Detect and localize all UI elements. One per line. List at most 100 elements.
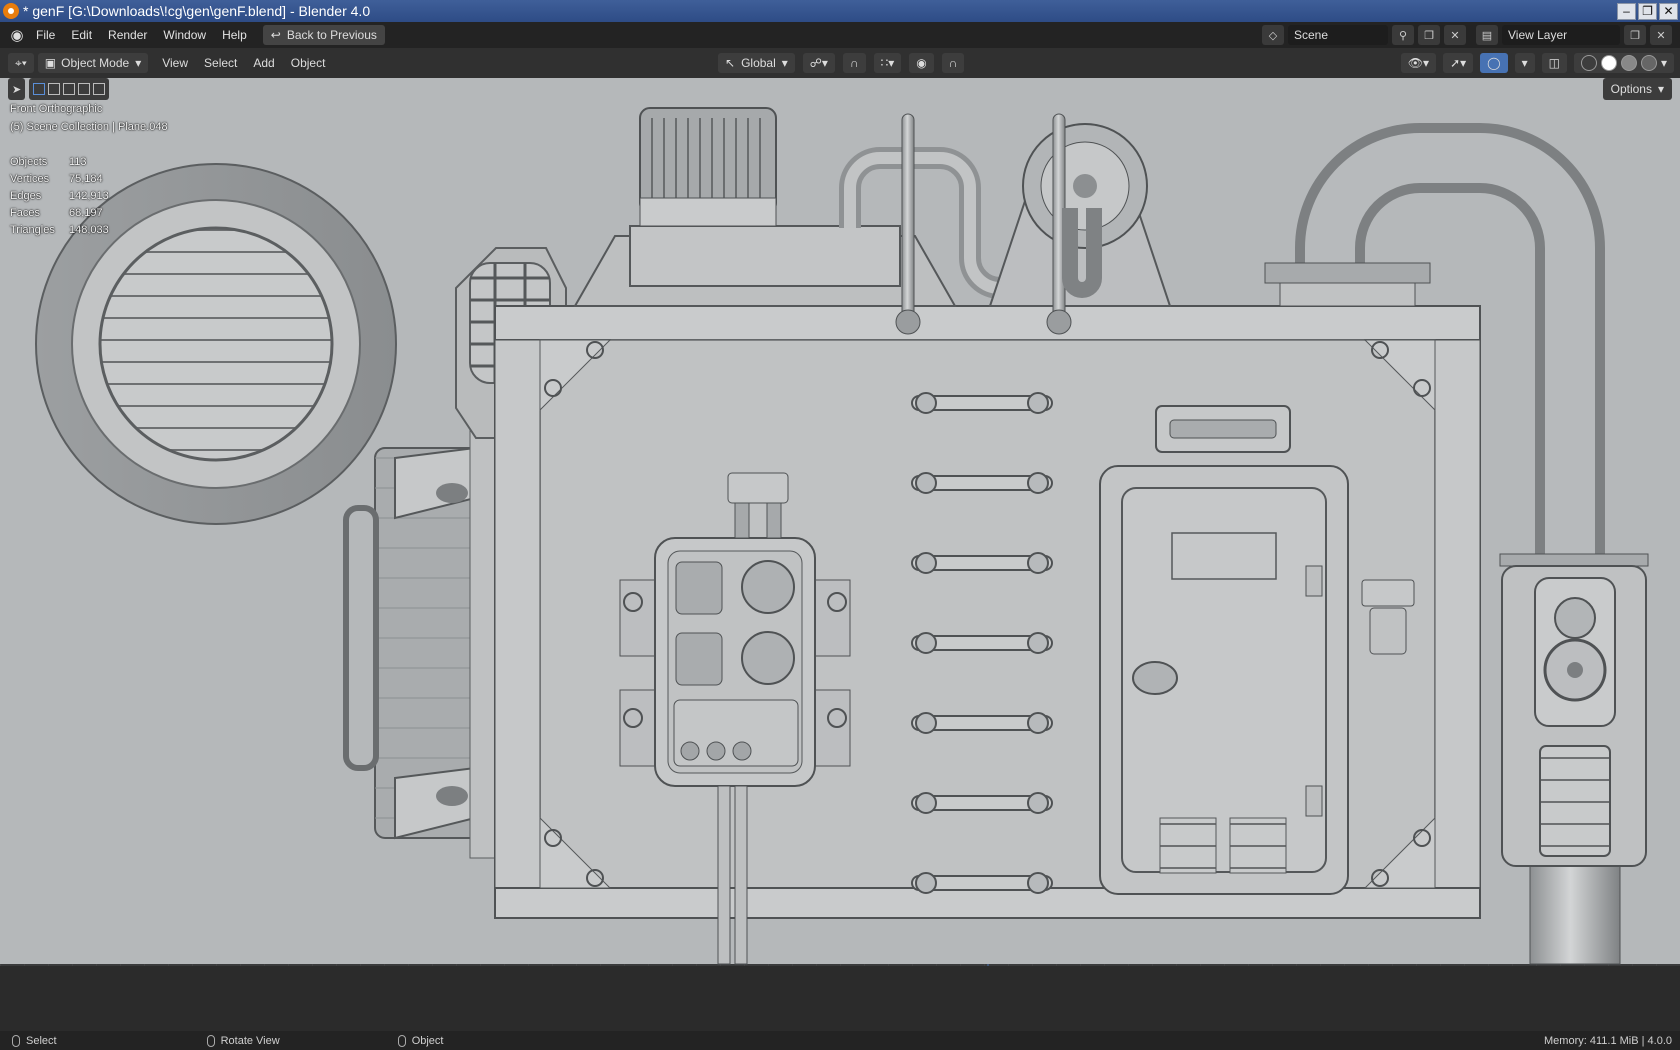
chevron-down-icon: ▾	[135, 56, 142, 70]
chevron-down-icon[interactable]: ▾	[1661, 56, 1667, 70]
wireframe-shading-icon[interactable]	[1580, 55, 1597, 71]
selection-mode-buttons[interactable]	[29, 78, 110, 100]
overlays-toggle[interactable]: ◯	[1480, 53, 1508, 73]
pin-icon[interactable]: ⚲	[1392, 25, 1414, 45]
status-object-label: Object	[411, 1034, 444, 1047]
eye-icon: 👁▾	[1407, 56, 1430, 70]
maximize-button[interactable]: ❐	[1638, 2, 1657, 20]
delete-scene-icon[interactable]: ✕	[1444, 25, 1466, 45]
scene-name: Scene	[1294, 28, 1329, 42]
visibility-button[interactable]: 👁▾	[1400, 53, 1437, 73]
close-button[interactable]: ✕	[1659, 2, 1678, 20]
invert-selection-icon[interactable]	[78, 83, 91, 95]
stat-value: 148,033	[69, 224, 109, 236]
options-dropdown[interactable]: Options ▾	[1602, 78, 1672, 100]
valve-column	[1499, 553, 1649, 867]
view-layer-field[interactable]: View Layer	[1502, 25, 1620, 45]
active-tool-button[interactable]: ➤	[8, 78, 26, 100]
menu-file[interactable]: File	[28, 28, 63, 42]
editor-type-button[interactable]: ⌖▾	[8, 53, 34, 73]
left-mouse-icon	[12, 1034, 20, 1047]
menu-edit[interactable]: Edit	[63, 28, 100, 42]
gizmo-icon: ➚▾	[1450, 56, 1467, 70]
orientation-icon: ↖	[725, 56, 736, 70]
rendered-shading-icon[interactable]	[1640, 55, 1657, 71]
menu-render[interactable]: Render	[100, 28, 155, 42]
scene-statistics: Objects 113 Vertices 75,184 Edges 142,913 F…	[10, 154, 109, 239]
stat-label: Edges	[10, 190, 42, 202]
back-to-previous-button[interactable]: ↩ Back to Previous	[262, 25, 385, 45]
stat-label: Vertices	[10, 173, 50, 185]
side-hatch	[343, 397, 499, 859]
extend-selection-icon[interactable]	[48, 83, 61, 95]
menu-add[interactable]: Add	[245, 56, 282, 70]
xray-toggle[interactable]: ◫	[1541, 53, 1567, 73]
snap-grid-icon: ∷▾	[880, 56, 895, 70]
blender-logo-icon[interactable]: ◉	[6, 24, 28, 46]
chevron-down-icon: ▾	[1657, 82, 1664, 96]
editor-type-icon: ⌖▾	[15, 55, 27, 70]
select-cursor-icon: ➤	[12, 82, 22, 96]
window-title: * genF [G:\Downloads\!cg\gen\genF.blend]…	[23, 3, 371, 19]
status-object: Object	[397, 1034, 444, 1047]
chevron-down-icon: ▾	[1521, 56, 1528, 70]
falloff-curve-icon: ∩	[948, 56, 958, 70]
viewport-header: ⌖▾ ▣ Object Mode ▾ View Select Add Objec…	[0, 48, 1680, 78]
status-select: Select	[12, 1034, 57, 1047]
snap-toggle[interactable]: ∩	[842, 53, 866, 73]
memory-readout: Memory: 411.1 MiB | 4.0.0	[1544, 1034, 1672, 1047]
3d-viewport[interactable]: Front Orthographic (5) Scene Collection …	[0, 78, 1680, 966]
xray-icon: ◫	[1548, 56, 1560, 70]
menu-view[interactable]: View	[154, 56, 196, 70]
status-rotate-label: Rotate View	[220, 1034, 280, 1047]
stat-vertices: Vertices 75,184	[10, 171, 109, 188]
solid-shading-icon[interactable]	[1600, 55, 1617, 71]
new-view-layer-icon[interactable]: ❐	[1624, 25, 1646, 45]
set-selection-icon[interactable]	[33, 83, 46, 95]
menu-window[interactable]: Window	[155, 28, 214, 42]
chevron-down-icon: ▾	[781, 56, 788, 70]
top-menu-bar: ◉ File Edit Render Window Help ↩ Back to…	[0, 22, 1680, 48]
mode-dropdown[interactable]: ▣ Object Mode ▾	[37, 53, 149, 73]
options-label: Options	[1610, 82, 1652, 96]
snap-target-button[interactable]: ∷▾	[873, 53, 902, 73]
stat-edges: Edges 142,913	[10, 188, 109, 205]
window-title-bar: * genF [G:\Downloads\!cg\gen\genF.blend]…	[0, 0, 1680, 22]
pivot-icon: ☍▾	[809, 56, 828, 70]
blender-app-icon	[3, 3, 19, 19]
falloff-button[interactable]: ∩	[941, 53, 965, 73]
view-layer-name: View Layer	[1508, 28, 1568, 42]
minimize-button[interactable]: –	[1617, 2, 1636, 20]
overlays-dropdown[interactable]: ▾	[1514, 53, 1535, 73]
scene-selector-icon[interactable]: ◇	[1262, 25, 1284, 45]
overlays-icon: ◯	[1487, 56, 1501, 70]
transform-orientation-dropdown[interactable]: ↖ Global ▾	[718, 53, 795, 73]
shading-buttons[interactable]: ▾	[1573, 53, 1674, 73]
magnet-icon: ∩	[849, 56, 859, 70]
material-preview-icon[interactable]	[1620, 55, 1637, 71]
scene-field[interactable]: Scene	[1288, 25, 1388, 45]
view-layer-selector-icon[interactable]: ▤	[1476, 25, 1498, 45]
status-rotate: Rotate View	[206, 1034, 280, 1047]
gizmo-button[interactable]: ➚▾	[1443, 53, 1474, 73]
new-scene-icon[interactable]: ❐	[1418, 25, 1440, 45]
menu-help[interactable]: Help	[214, 28, 255, 42]
status-select-label: Select	[26, 1034, 57, 1047]
stat-value: 68,197	[69, 207, 103, 219]
pivot-point-button[interactable]: ☍▾	[802, 53, 835, 73]
menu-select[interactable]: Select	[196, 56, 245, 70]
status-bar: Select Rotate View Object Memory: 411.1 …	[0, 1031, 1680, 1050]
delete-view-layer-icon[interactable]: ✕	[1650, 25, 1672, 45]
orientation-label: Global	[741, 56, 776, 70]
stat-value: 75,184	[69, 173, 103, 185]
stat-label: Triangles	[10, 224, 55, 236]
intersect-selection-icon[interactable]	[93, 83, 106, 95]
stat-faces: Faces 68,197	[10, 205, 109, 222]
object-mode-icon: ▣	[44, 56, 57, 70]
stat-value: 142,913	[69, 190, 109, 202]
menu-object[interactable]: Object	[283, 56, 334, 70]
subtract-selection-icon[interactable]	[63, 83, 76, 95]
proportional-edit-toggle[interactable]: ◉	[909, 53, 934, 73]
right-mouse-icon	[397, 1034, 406, 1047]
stat-label: Faces	[10, 207, 40, 219]
